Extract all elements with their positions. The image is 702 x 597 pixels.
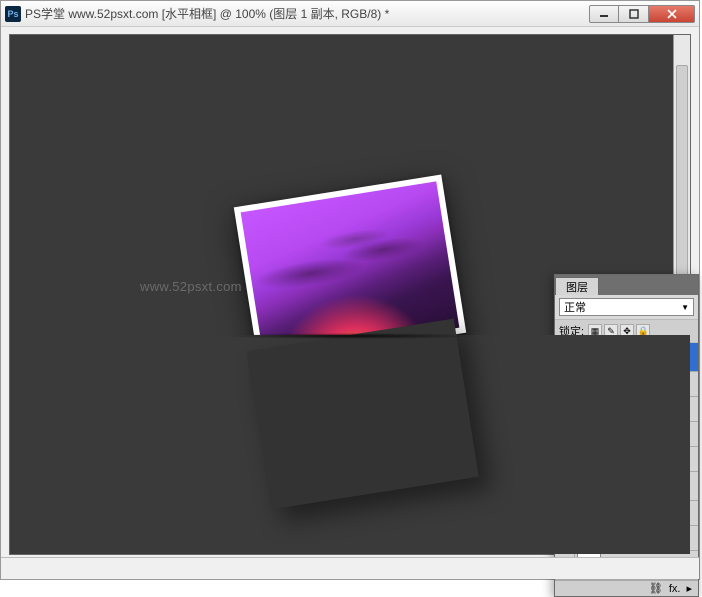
pocket-front xyxy=(205,335,495,519)
pocket-shadow xyxy=(220,333,480,339)
maximize-button[interactable] xyxy=(619,5,649,23)
panel-footer: ⛓ fx. ▸ xyxy=(555,580,698,596)
window-title: PS学堂 www.52psxt.com [水平相框] @ 100% (图层 1 … xyxy=(25,5,589,22)
chevron-down-icon: ▼ xyxy=(681,303,689,312)
watermark: www.52psxt.com xyxy=(140,279,242,294)
fx-menu[interactable]: fx. xyxy=(669,583,681,595)
blend-row: 正常 ▼ xyxy=(555,295,698,320)
panel-tabbar: 图层 xyxy=(555,275,698,295)
link-layers-icon[interactable]: ⛓ xyxy=(649,582,663,595)
close-button[interactable] xyxy=(649,5,695,23)
blend-mode-value: 正常 xyxy=(564,299,586,315)
app-icon: Ps xyxy=(5,6,21,22)
tab-layers[interactable]: 图层 xyxy=(555,277,599,295)
blend-mode-select[interactable]: 正常 ▼ xyxy=(559,298,694,316)
statusbar xyxy=(1,557,699,579)
titlebar: Ps PS学堂 www.52psxt.com [水平相框] @ 100% (图层… xyxy=(1,1,699,27)
workspace: www.52psxt.com 100% 文档:878.9K/3.82M ▶ 图层… xyxy=(1,28,699,557)
scroll-thumb[interactable] xyxy=(676,65,688,286)
app-window: Ps PS学堂 www.52psxt.com [水平相框] @ 100% (图层… xyxy=(0,0,700,580)
pocket-card xyxy=(246,319,478,510)
panel-menu-icon[interactable]: ▸ xyxy=(686,582,692,595)
window-controls xyxy=(589,5,695,23)
minimize-button[interactable] xyxy=(589,5,619,23)
